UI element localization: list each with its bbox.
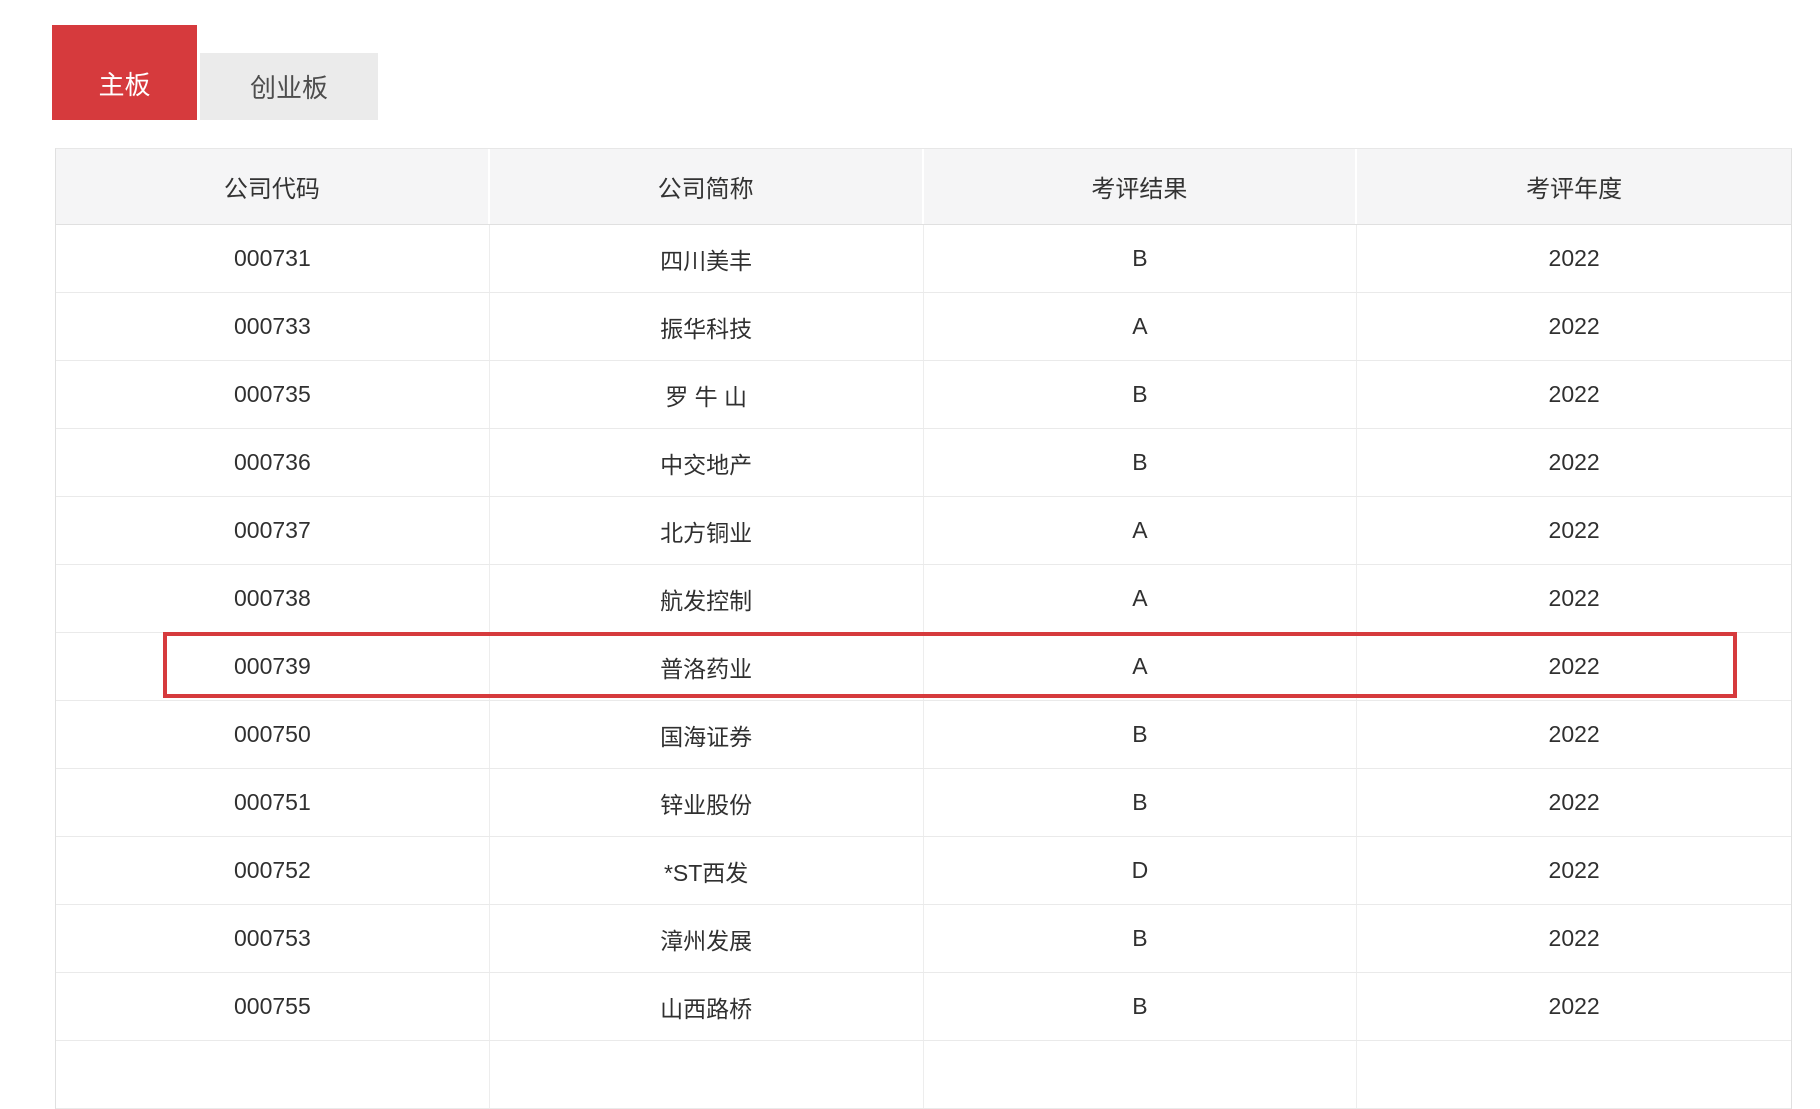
table-row: 000731 四川美丰 B 2022 [56,225,1791,293]
tab-main-board[interactable]: 主板 [52,25,197,120]
header-eval-result: 考评结果 [924,149,1358,224]
cell-eval-year: 2022 [1357,361,1791,428]
cell-eval-year: 2022 [1357,429,1791,496]
cell-eval-result: B [924,225,1358,292]
cell-company-code [56,1041,490,1108]
cell-company-name: 中交地产 [490,429,924,496]
cell-eval-year: 2022 [1357,769,1791,836]
table-row: 000739 普洛药业 A 2022 [56,633,1791,701]
cell-company-code: 000752 [56,837,490,904]
cell-company-code: 000733 [56,293,490,360]
table-row: 000733 振华科技 A 2022 [56,293,1791,361]
table-row: 000737 北方铜业 A 2022 [56,497,1791,565]
table-row: 000755 山西路桥 B 2022 [56,973,1791,1041]
cell-company-code: 000739 [56,633,490,700]
cell-company-code: 000737 [56,497,490,564]
cell-company-name: 漳州发展 [490,905,924,972]
tab-chinext-board[interactable]: 创业板 [200,53,378,120]
table-row: 000753 漳州发展 B 2022 [56,905,1791,973]
cell-eval-year: 2022 [1357,633,1791,700]
cell-company-code: 000735 [56,361,490,428]
cell-company-name: 山西路桥 [490,973,924,1040]
cell-eval-year: 2022 [1357,905,1791,972]
cell-company-code: 000736 [56,429,490,496]
cell-eval-year: 2022 [1357,293,1791,360]
cell-company-name: 航发控制 [490,565,924,632]
table-row: 000736 中交地产 B 2022 [56,429,1791,497]
cell-company-name: 普洛药业 [490,633,924,700]
cell-eval-result: B [924,701,1358,768]
cell-company-code: 000731 [56,225,490,292]
cell-eval-result: B [924,905,1358,972]
cell-eval-year: 2022 [1357,497,1791,564]
cell-company-name: 北方铜业 [490,497,924,564]
cell-eval-result: D [924,837,1358,904]
cell-company-name [490,1041,924,1108]
cell-eval-year: 2022 [1357,225,1791,292]
cell-eval-result: A [924,293,1358,360]
cell-company-name: 国海证券 [490,701,924,768]
cell-eval-year: 2022 [1357,701,1791,768]
table-row: 000735 罗 牛 山 B 2022 [56,361,1791,429]
cell-eval-year: 2022 [1357,973,1791,1040]
cell-company-code: 000738 [56,565,490,632]
cell-eval-result: B [924,973,1358,1040]
cell-eval-result: A [924,565,1358,632]
board-tabs: 主板 创业板 [52,25,378,120]
table-row: 000751 锌业股份 B 2022 [56,769,1791,837]
cell-company-code: 000753 [56,905,490,972]
header-company-code: 公司代码 [56,149,490,224]
cell-eval-result: A [924,497,1358,564]
table-row: 000750 国海证券 B 2022 [56,701,1791,769]
table-body: 000731 四川美丰 B 2022 000733 振华科技 A 2022 00… [56,225,1791,1109]
header-eval-year: 考评年度 [1357,149,1791,224]
cell-eval-result: B [924,361,1358,428]
cell-eval-result: A [924,633,1358,700]
table-row: 000752 *ST西发 D 2022 [56,837,1791,905]
cell-eval-year: 2022 [1357,837,1791,904]
cell-company-name: 罗 牛 山 [490,361,924,428]
cell-company-code: 000750 [56,701,490,768]
cell-company-name: 四川美丰 [490,225,924,292]
cell-eval-year: 2022 [1357,565,1791,632]
cell-company-name: 锌业股份 [490,769,924,836]
cell-eval-result: B [924,429,1358,496]
cell-eval-result [924,1041,1358,1108]
cell-company-name: *ST西发 [490,837,924,904]
table-row: 000738 航发控制 A 2022 [56,565,1791,633]
table-row-partial [56,1041,1791,1109]
cell-company-code: 000751 [56,769,490,836]
header-company-name: 公司简称 [490,149,924,224]
evaluation-table: 公司代码 公司简称 考评结果 考评年度 000731 四川美丰 B 2022 0… [55,148,1792,1109]
cell-eval-result: B [924,769,1358,836]
table-header-row: 公司代码 公司简称 考评结果 考评年度 [56,149,1791,225]
cell-company-name: 振华科技 [490,293,924,360]
cell-company-code: 000755 [56,973,490,1040]
cell-eval-year [1357,1041,1791,1108]
